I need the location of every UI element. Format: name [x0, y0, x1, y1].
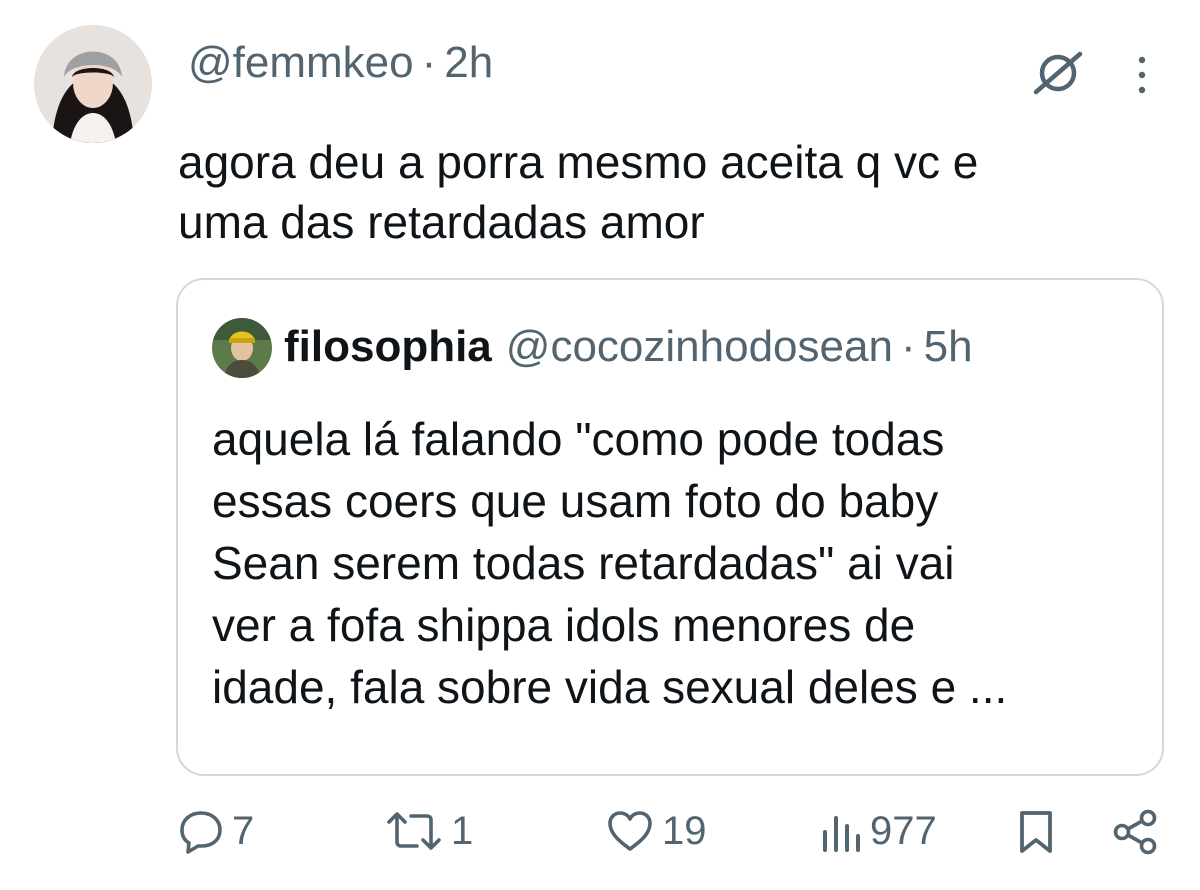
views-button[interactable]: 977	[820, 808, 937, 854]
quoted-display-name[interactable]: filosophia	[284, 322, 492, 371]
like-button[interactable]: 19	[606, 808, 707, 854]
grok-icon[interactable]	[1030, 50, 1086, 96]
avatar-photo-icon	[34, 25, 152, 143]
like-count: 19	[662, 808, 707, 853]
quoted-text-line: Sean serem todas retardadas" ai vai	[212, 537, 955, 589]
quoted-tweet[interactable]: filosophia @cocozinhodosean · 5h aquela lá …	[176, 278, 1164, 776]
retweet-button[interactable]: 1	[385, 808, 473, 854]
quoted-handle[interactable]: @cocozinhodosean	[506, 322, 893, 371]
quoted-time[interactable]: 5h	[924, 322, 973, 371]
tweet-text: agora deu a porra mesmo aceita q vc e um…	[178, 132, 1138, 252]
views-count: 977	[870, 808, 937, 853]
bookmark-button[interactable]	[1016, 808, 1056, 856]
separator-dot: ·	[421, 38, 437, 87]
quoted-text-line: essas coers que usam foto do baby	[212, 475, 939, 527]
bookmark-icon	[1020, 811, 1052, 853]
retweet-count: 1	[451, 808, 474, 853]
tweet: @femmkeo · 2h agora deu a porra mesmo acei…	[0, 0, 1200, 890]
like-icon	[608, 811, 652, 851]
views-icon	[823, 816, 860, 852]
quoted-header: filosophia @cocozinhodosean · 5h	[284, 322, 973, 372]
tweet-text-line: agora deu a porra mesmo aceita q vc e	[178, 136, 979, 188]
author-avatar[interactable]	[34, 25, 152, 143]
retweet-icon	[387, 812, 441, 850]
quoted-text-line: idade, fala sobre vida sexual deles e ..…	[212, 661, 1008, 713]
quoted-avatar[interactable]	[212, 318, 272, 378]
author-handle[interactable]: @femmkeo	[188, 38, 414, 87]
tweet-time[interactable]: 2h	[444, 38, 493, 87]
quoted-text: aquela lá falando "como pode todas essas…	[212, 408, 1112, 718]
reply-count: 7	[232, 808, 255, 853]
action-bar: 7 1 19 977	[0, 808, 1200, 868]
reply-icon	[180, 811, 222, 854]
tweet-text-line: uma das retardadas amor	[178, 196, 705, 248]
share-icon	[1113, 809, 1157, 855]
avatar-photo-icon	[212, 318, 272, 378]
quoted-text-line: aquela lá falando "como pode todas	[212, 413, 945, 465]
tweet-header: @femmkeo · 2h	[188, 38, 493, 88]
share-button[interactable]	[1110, 808, 1160, 856]
more-icon[interactable]	[1132, 54, 1152, 96]
separator-dot: ·	[900, 322, 916, 371]
quoted-text-line: ver a fofa shippa idols menores de	[212, 599, 916, 651]
reply-button[interactable]: 7	[178, 808, 254, 854]
